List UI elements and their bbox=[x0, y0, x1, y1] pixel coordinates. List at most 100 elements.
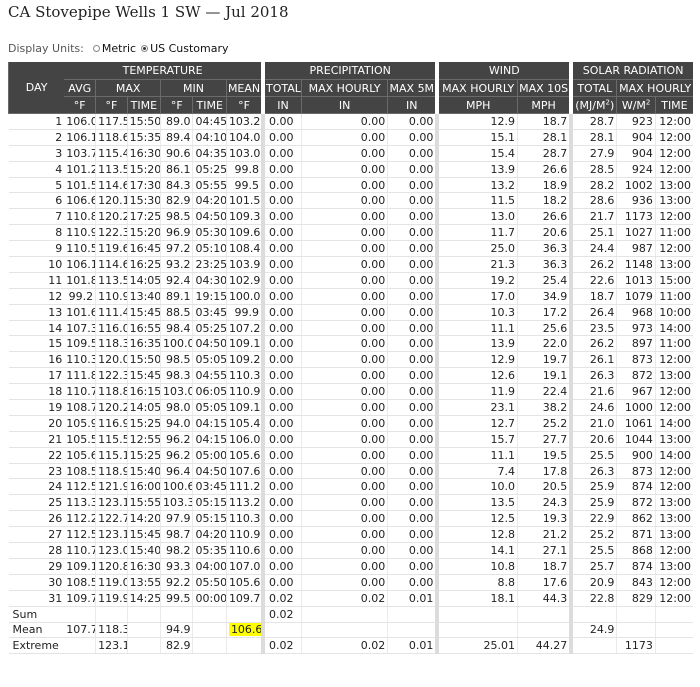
solar-max-time-cell: 14:00 bbox=[654, 447, 693, 464]
mean-avg: 107.7 bbox=[64, 622, 96, 639]
precip-max-5m-cell: 0.00 bbox=[387, 224, 438, 242]
metric-radio-label[interactable]: Metric bbox=[102, 42, 136, 55]
wind-max-hourly-cell: 11.1 bbox=[435, 447, 518, 464]
solar-total-cell: 24.6 bbox=[569, 399, 617, 416]
min-temp-cell: 89.0 bbox=[160, 113, 193, 130]
precip-max-hourly-cell: 0.00 bbox=[301, 383, 388, 401]
mean-label: Mean bbox=[8, 622, 65, 639]
mean-temp-cell: 103.9 bbox=[225, 256, 264, 273]
solar-max-hourly-cell: 1044 bbox=[616, 431, 656, 448]
solar-max-hourly-cell: 872 bbox=[616, 494, 656, 512]
mean-temp-cell: 110.3 bbox=[225, 367, 264, 385]
min-temp-time-cell: 04:55 bbox=[192, 367, 227, 385]
max-header: MAX bbox=[95, 79, 161, 97]
min-temp-time-cell: 05:25 bbox=[192, 320, 227, 337]
sum-label: Sum bbox=[8, 606, 65, 623]
extreme-label: Extreme bbox=[8, 637, 65, 655]
us-customary-radio[interactable]: US Customary bbox=[141, 42, 229, 55]
precip-total-cell: 0.00 bbox=[261, 113, 302, 130]
max-temp-cell: 118.3 bbox=[95, 335, 128, 353]
max-temp-cell: 113.5 bbox=[95, 161, 128, 178]
precip-total-cell: 0.00 bbox=[261, 478, 302, 496]
table-row: 14 107.3 116.0 16:55 98.4 05:25 107.2 0.00 0.00 0… bbox=[8, 320, 693, 337]
extreme-row: Extreme 123.1 82.9 0.02 0.02 0.01 25.01 … bbox=[8, 637, 693, 655]
max-temp-cell: 120.2 bbox=[95, 208, 128, 226]
mean-temp-cell: 109.3 bbox=[225, 208, 264, 226]
wind-max-hourly-cell: 19.2 bbox=[435, 272, 518, 289]
day-cell: 5 bbox=[8, 177, 65, 194]
table-row: 12 99.2 110.9 13:40 89.1 19:15 100.0 0.00 0.00 0.… bbox=[8, 288, 693, 305]
extreme-precip-max-hourly: 0.02 bbox=[301, 637, 388, 655]
wind-max-hourly-cell: 11.5 bbox=[435, 192, 518, 210]
avg-unit: °F bbox=[64, 96, 96, 114]
solar-total-cell: 25.9 bbox=[569, 494, 617, 512]
precip-max-hourly-cell: 0.00 bbox=[301, 129, 388, 146]
wind-max-hourly-cell: 14.1 bbox=[435, 542, 518, 559]
wind-max-10s-cell: 38.2 bbox=[516, 399, 572, 416]
table-row: 21 105.5 115.5 12:55 96.2 04:15 106.0 0.00 0.00 0… bbox=[8, 431, 693, 448]
mean-temp-cell: 107.6 bbox=[225, 463, 264, 480]
metric-radio[interactable]: Metric bbox=[92, 42, 136, 55]
wind-max-10s-cell: 17.2 bbox=[516, 304, 572, 321]
solar-max-hourly-unit: W/M2 bbox=[616, 96, 656, 114]
solar-max-time-cell: 12:00 bbox=[654, 145, 693, 162]
min-temp-cell: 93.3 bbox=[160, 558, 193, 575]
max-temp-cell: 111.4 bbox=[95, 304, 128, 321]
wind-max-10s-cell: 19.5 bbox=[516, 447, 572, 464]
precip-max-5m-cell: 0.00 bbox=[387, 113, 438, 130]
solar-max-hourly-cell: 1002 bbox=[616, 177, 656, 194]
avg-temp-cell: 108.5 bbox=[64, 574, 96, 591]
solar-total-cell: 25.9 bbox=[569, 478, 617, 496]
precip-total-cell: 0.00 bbox=[261, 447, 302, 464]
min-temp-cell: 93.2 bbox=[160, 256, 193, 273]
mean-mean-highlight: 106.6 bbox=[228, 623, 264, 637]
mean-temp-cell: 110.6 bbox=[225, 542, 264, 559]
table-row: 28 110.7 123.0 15:40 98.2 05:35 110.6 0.00 0.00 0… bbox=[8, 542, 693, 559]
precip-max-hourly-cell: 0.00 bbox=[301, 161, 388, 178]
precip-total-cell: 0.00 bbox=[261, 463, 302, 480]
wind-max-10s-cell: 17.6 bbox=[516, 574, 572, 591]
solar-total-cell: 26.2 bbox=[569, 335, 617, 353]
mean-temp-cell: 99.9 bbox=[225, 304, 264, 321]
avg-temp-cell: 108.5 bbox=[64, 463, 96, 480]
wind-max-hourly-cell: 15.4 bbox=[435, 145, 518, 162]
precip-max-5m-cell: 0.00 bbox=[387, 272, 438, 289]
solar-max-time-cell: 12:00 bbox=[654, 478, 693, 496]
mean-temp-cell: 110.9 bbox=[225, 383, 264, 401]
wind-max-10s-cell: 20.5 bbox=[516, 478, 572, 496]
precip-max-hourly-cell: 0.00 bbox=[301, 288, 388, 305]
precip-max-5m-unit: IN bbox=[387, 96, 438, 114]
mean-temp-cell: 100.0 bbox=[225, 288, 264, 305]
wind-max-hourly-cell: 10.8 bbox=[435, 558, 518, 575]
page-title: CA Stovepipe Wells 1 SW — Jul 2018 bbox=[8, 3, 289, 21]
solar-max-time-cell: 13:00 bbox=[654, 510, 693, 528]
avg-temp-cell: 106.0 bbox=[64, 113, 96, 130]
metric-radio-icon[interactable] bbox=[92, 45, 100, 52]
max-temp-cell: 123.1 bbox=[95, 526, 128, 544]
avg-temp-cell: 111.8 bbox=[64, 367, 96, 385]
avg-temp-cell: 110.5 bbox=[64, 240, 96, 258]
min-temp-time-cell: 04:20 bbox=[192, 192, 227, 210]
min-temp-cell: 100.0 bbox=[160, 335, 193, 353]
solar-total-header: TOTAL bbox=[569, 79, 617, 97]
avg-temp-cell: 112.5 bbox=[64, 478, 96, 496]
mean-temp-cell: 105.6 bbox=[225, 447, 264, 464]
max-temp-cell: 122.3 bbox=[95, 224, 128, 242]
min-temp-time-cell: 00:00 bbox=[192, 590, 227, 607]
min-temp-cell: 99.5 bbox=[160, 590, 193, 607]
precip-total-header: TOTAL bbox=[261, 79, 302, 97]
mean-temp-cell: 109.1 bbox=[225, 335, 264, 353]
wind-max-10s-cell: 26.6 bbox=[516, 161, 572, 178]
min-temp-cell: 89.4 bbox=[160, 129, 193, 146]
solar-max-hourly-cell: 1173 bbox=[616, 208, 656, 226]
table-row: 13 101.6 111.4 15:45 88.5 03:45 99.9 0.00 0.00 0.… bbox=[8, 304, 693, 321]
us-customary-radio-label[interactable]: US Customary bbox=[150, 42, 228, 55]
min-temp-cell: 82.9 bbox=[160, 192, 193, 210]
min-temp-time-cell: 05:35 bbox=[192, 542, 227, 559]
solar-max-hourly-cell: 1079 bbox=[616, 288, 656, 305]
min-temp-time-cell: 05:55 bbox=[192, 177, 227, 194]
solar-max-time-cell: 13:00 bbox=[654, 192, 693, 210]
us-customary-radio-icon[interactable] bbox=[141, 45, 149, 52]
precip-max-5m-cell: 0.00 bbox=[387, 208, 438, 226]
display-units: Display Units: Metric US Customary bbox=[8, 42, 234, 55]
